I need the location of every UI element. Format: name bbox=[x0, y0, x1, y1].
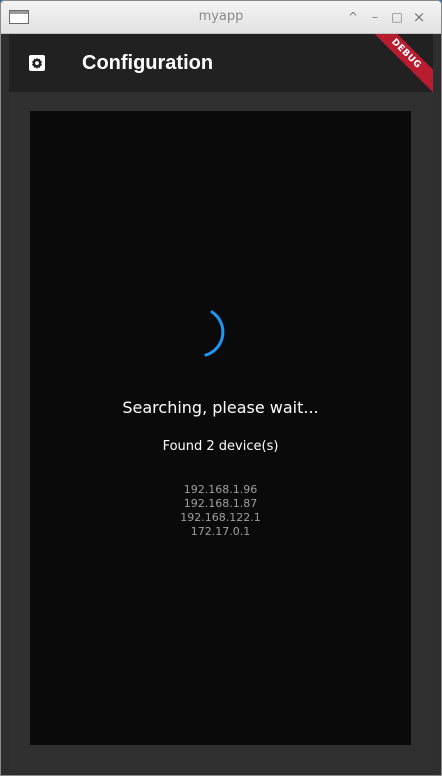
window-maximize-button[interactable]: □ bbox=[389, 9, 405, 25]
debug-banner: DEBUG bbox=[361, 34, 433, 92]
loading-spinner bbox=[204, 310, 225, 357]
content-area: Searching, please wait... Found 2 device… bbox=[9, 92, 433, 769]
window-titlebar[interactable]: myapp ^ – □ × bbox=[1, 1, 441, 34]
gear-icon bbox=[29, 55, 45, 71]
window-minimize-button[interactable]: – bbox=[367, 9, 383, 25]
device-item[interactable]: 192.168.122.1 bbox=[30, 511, 411, 525]
window-shade-button[interactable]: ^ bbox=[345, 9, 361, 25]
search-panel: Searching, please wait... Found 2 device… bbox=[30, 111, 411, 745]
app-bar: Configuration DEBUG bbox=[9, 34, 433, 92]
page-title: Configuration bbox=[82, 52, 214, 74]
device-item[interactable]: 192.168.1.96 bbox=[30, 483, 411, 497]
app-window: myapp ^ – □ × Configuration DEBUG Search… bbox=[0, 0, 442, 776]
found-count: Found 2 device(s) bbox=[162, 439, 279, 454]
device-list: 192.168.1.96 192.168.1.87 192.168.122.1 … bbox=[30, 483, 411, 539]
window-close-button[interactable]: × bbox=[411, 9, 427, 25]
device-item[interactable]: 172.17.0.1 bbox=[30, 525, 411, 539]
settings-button[interactable] bbox=[25, 51, 49, 75]
search-status: Searching, please wait... bbox=[122, 398, 319, 417]
device-item[interactable]: 192.168.1.87 bbox=[30, 497, 411, 511]
